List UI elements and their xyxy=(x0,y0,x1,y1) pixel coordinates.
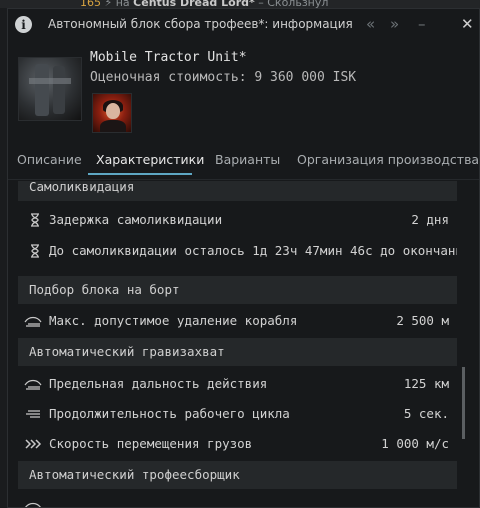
attribute-label: Продолжительность рабочего цикла xyxy=(49,406,290,421)
background-chat-strip: 165 ⚡ на Centus Dread Lord* – Скользнул xyxy=(0,0,480,9)
window-titlebar[interactable]: i Автономный блок сбора трофеев*: информ… xyxy=(8,9,479,41)
back-arrow-icon[interactable]: « xyxy=(366,15,375,33)
attribute-row: Скорость перемещения грузов 1 000 м/с xyxy=(18,429,457,459)
divider xyxy=(8,179,479,180)
attribute-value: 2 дня xyxy=(411,212,449,227)
section-header-auto-salvager: Автоматический трофеесборщик xyxy=(18,461,457,489)
estimated-price: Оценочная стоимость: 9 360 000 ISK xyxy=(90,70,357,85)
scrollbar-thumb[interactable] xyxy=(462,367,465,439)
attribute-value: 1 000 м/с xyxy=(381,436,449,451)
info-window: i Автономный блок сбора трофеев*: информ… xyxy=(7,8,480,508)
tab-bar: Описание Характеристики Варианты Организ… xyxy=(8,149,479,177)
attribute-row: Задержка самоликвидации 2 дня xyxy=(18,205,457,235)
window-title: Автономный блок сбора трофеев*: информац… xyxy=(48,17,353,31)
close-icon[interactable]: ✕ xyxy=(461,15,474,33)
info-icon: i xyxy=(15,16,32,33)
item-icon[interactable] xyxy=(18,57,82,121)
attribute-row xyxy=(18,492,457,507)
attribute-label: Предельная дальность действия xyxy=(49,376,268,391)
section-header-self-destruct: Самоликвидация xyxy=(18,181,457,201)
attribute-label: Задержка самоликвидации xyxy=(49,212,223,227)
section-header-boarding: Подбор блока на борт xyxy=(18,276,457,304)
hourglass-icon xyxy=(31,213,39,227)
section-header-auto-tractor: Автоматический гравизахват xyxy=(18,338,457,366)
range-icon xyxy=(24,379,42,390)
attribute-value: 2 500 м xyxy=(396,313,449,328)
attribute-label: Макс. допустимое удаление корабля xyxy=(49,313,298,328)
forward-arrow-icon[interactable]: » xyxy=(390,15,399,33)
attribute-label: До самоликвидации осталось 1д 23ч 47мин … xyxy=(49,243,457,258)
attributes-list[interactable]: Самоликвидация Задержка самоликвидации 2… xyxy=(18,181,457,507)
speed-icon xyxy=(25,439,42,449)
owner-portrait[interactable] xyxy=(92,93,132,133)
active-tab-indicator xyxy=(88,173,192,175)
attribute-row: Продолжительность рабочего цикла 5 сек. xyxy=(18,399,457,429)
attribute-value: 5 сек. xyxy=(403,406,449,421)
tab-description[interactable]: Описание xyxy=(17,152,82,167)
attribute-row: Предельная дальность действия 125 км xyxy=(18,369,457,399)
range-icon xyxy=(24,316,42,327)
item-name: Mobile Tractor Unit* xyxy=(90,50,247,65)
attribute-value: 125 км xyxy=(403,376,449,391)
attribute-row: До самоликвидации осталось 1д 23ч 47мин … xyxy=(18,236,457,266)
attribute-label: Скорость перемещения грузов xyxy=(49,436,253,451)
tab-attributes[interactable]: Характеристики xyxy=(96,152,204,167)
duration-icon xyxy=(26,410,40,418)
hourglass-icon xyxy=(31,244,39,258)
range-icon xyxy=(25,502,41,507)
attribute-row: Макс. допустимое удаление корабля 2 500 … xyxy=(18,306,457,336)
item-header: Mobile Tractor Unit* Оценочная стоимость… xyxy=(8,41,479,141)
minimize-icon[interactable]: – xyxy=(418,15,426,33)
tab-industry[interactable]: Организация производства xyxy=(297,152,479,167)
tab-variations[interactable]: Варианты xyxy=(215,152,280,167)
